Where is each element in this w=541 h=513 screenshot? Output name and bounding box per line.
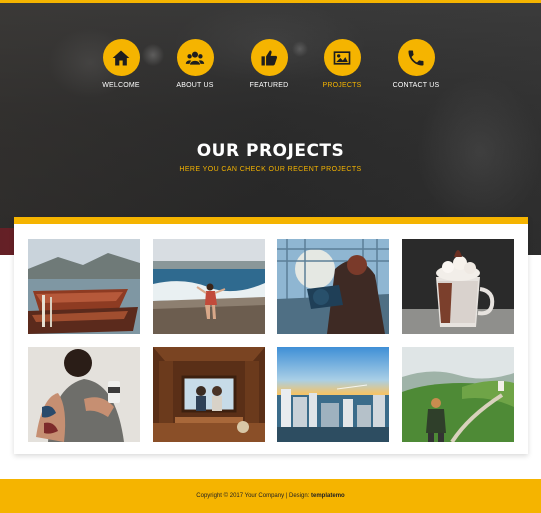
gallery-image-beach[interactable] <box>153 239 265 334</box>
nav-item-welcome[interactable]: WELCOME <box>81 39 161 89</box>
nav-label-projects: PROJECTS <box>322 82 362 89</box>
nav-item-featured[interactable]: FEATURED <box>229 39 309 89</box>
gallery-image-hot-chocolate[interactable] <box>402 239 514 334</box>
hero-accent-strip <box>0 228 14 255</box>
gallery-image-tattoo[interactable] <box>28 347 140 442</box>
main-nav: WELCOME ABOUT US FEATURED PROJECTS CONTA… <box>0 39 541 99</box>
footer-brand-link[interactable]: templatemo <box>311 493 345 499</box>
gallery-image-hiker-hills[interactable] <box>402 347 514 442</box>
nav-label-featured: FEATURED <box>249 82 289 89</box>
gallery-image-city-skyline[interactable] <box>277 347 389 442</box>
nav-item-contact-us[interactable]: CONTACT US <box>376 39 456 89</box>
users-icon <box>176 39 214 76</box>
projects-gallery <box>14 217 528 454</box>
home-icon <box>102 39 140 76</box>
nav-label-about-us: ABOUT US <box>176 82 214 89</box>
thumbs-up-icon <box>250 39 288 76</box>
nav-item-projects[interactable]: PROJECTS <box>302 39 382 89</box>
image-icon <box>323 39 361 76</box>
phone-icon <box>397 39 435 76</box>
nav-item-about-us[interactable]: ABOUT US <box>155 39 235 89</box>
footer-copyright: Copyright © 2017 Your Company | Design: <box>196 493 310 499</box>
page-subtitle: HERE YOU CAN CHECK OUR RECENT PROJECTS <box>179 166 362 173</box>
gallery-image-couple-boat[interactable] <box>153 347 265 442</box>
nav-label-welcome: WELCOME <box>102 82 140 89</box>
gallery-image-binoculars[interactable] <box>277 239 389 334</box>
page-title: OUR PROJECTS <box>196 141 345 161</box>
nav-label-contact-us: CONTACT US <box>392 82 440 89</box>
site-footer: Copyright © 2017 Your Company | Design: … <box>0 479 541 513</box>
gallery-image-boats[interactable] <box>28 239 140 334</box>
